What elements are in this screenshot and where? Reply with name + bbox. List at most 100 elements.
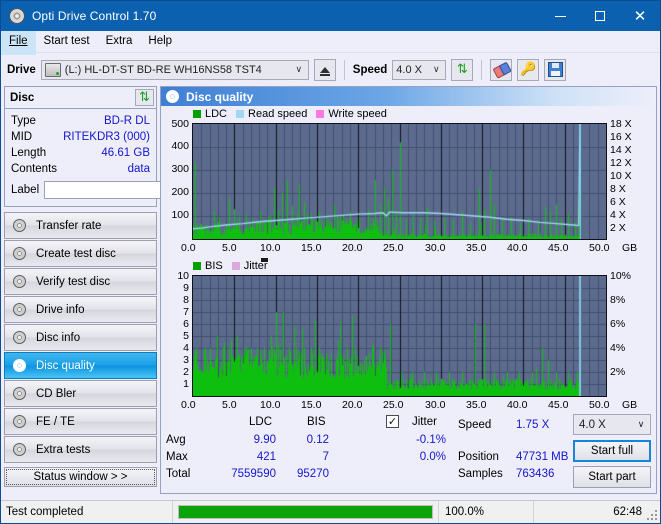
bis-xtick-10: 10.0: [260, 399, 281, 411]
bis-jitter-tick-8: 8%: [610, 294, 626, 306]
optical-drive-icon: [44, 62, 61, 77]
stats-max-bis: 7: [322, 451, 329, 463]
menu-file[interactable]: File: [1, 28, 36, 55]
app-window: Opti Drive Control 1.70 ✕ File Start tes…: [0, 0, 661, 524]
stats-row-max: Max: [166, 451, 188, 463]
legend-label-bis: BIS: [205, 260, 223, 272]
bis-ytick-1: 1: [183, 378, 189, 390]
save-button[interactable]: [544, 58, 567, 81]
bis-ytick-5: 5: [183, 330, 189, 342]
nav-list: Transfer rate Create test disc Verify te…: [4, 212, 157, 463]
bis-xtick-15: 15.0: [301, 399, 322, 411]
status-window-button[interactable]: Status window > >: [4, 467, 157, 487]
disc-icon: [12, 386, 27, 401]
drive-select[interactable]: (L:) HL-DT-ST BD-RE WH16NS58 TST4 ∨: [40, 59, 309, 80]
menu-help[interactable]: Help: [140, 29, 180, 55]
menu-extra-label: Extra: [105, 35, 133, 47]
sidebar-item-disc-info[interactable]: Disc info: [4, 324, 157, 351]
disc-label-row: Label: [11, 179, 247, 201]
minimize-button[interactable]: [540, 1, 580, 31]
bis-ytick-8: 8: [183, 294, 189, 306]
sidebar-item-transfer-rate[interactable]: Transfer rate: [4, 212, 157, 239]
start-part-button[interactable]: Start part: [573, 466, 651, 488]
toolbar-divider-2: [481, 59, 483, 80]
key-icon: 🔑: [520, 62, 537, 77]
sidebar-item-disc-quality[interactable]: Disc quality: [4, 352, 157, 379]
refresh-button[interactable]: ⇅: [451, 58, 474, 81]
erase-button[interactable]: [490, 58, 513, 81]
sidebar-item-create-test-disc[interactable]: Create test disc: [4, 240, 157, 267]
speed-select[interactable]: 4.0 X ∨: [392, 59, 447, 80]
jitter-label: Jitter: [412, 416, 437, 428]
chevron-down-icon: ∨: [637, 419, 645, 430]
ldc-chart-legend: LDC Read speed Write speed: [193, 108, 392, 120]
ldc-xtick-25: 25.0: [383, 242, 404, 254]
drive-select-value: (L:) HL-DT-ST BD-RE WH16NS58 TST4: [64, 63, 262, 76]
speed-label: Speed: [352, 63, 388, 76]
bis-ytick-9: 9: [183, 282, 189, 294]
ldc-speed-tick-14x: 14 X: [610, 144, 632, 156]
sidebar-item-cd-bler[interactable]: CD Bler: [4, 380, 157, 407]
sidebar-item-fe-te[interactable]: FE / TE: [4, 408, 157, 435]
window-title: Opti Drive Control 1.70: [32, 9, 157, 23]
result-speed-select[interactable]: 4.0 X ∨: [573, 414, 651, 435]
bis-jitter-tick-4: 4%: [610, 342, 626, 354]
bis-ytick-4: 4: [183, 342, 189, 354]
disc-contents-value: data: [127, 163, 150, 175]
sidebar-item-drive-info[interactable]: Drive info: [4, 296, 157, 323]
ldc-xtick-35: 35.0: [466, 242, 487, 254]
ldc-speed-tick-4x: 4 X: [610, 209, 626, 221]
disc-label-caption: Label: [11, 184, 40, 196]
stats-max-ldc: 421: [256, 451, 276, 463]
ldc-speed-tick-6x: 6 X: [610, 196, 626, 208]
panel-header: Disc quality: [161, 87, 656, 106]
status-bar: Test completed 100.0% 62:48: [1, 500, 660, 523]
eject-button[interactable]: [313, 58, 336, 81]
sidebar: Disc ⇅ Type BD-R DL MID RITEKDR3 (000) L…: [1, 86, 247, 494]
legend-label-ldc: LDC: [205, 108, 228, 120]
disc-length-label: Length: [11, 147, 47, 159]
result-speed-value: 4.0 X: [579, 418, 606, 431]
ldc-speed-tick-2x: 2 X: [610, 222, 626, 234]
start-full-button[interactable]: Start full: [573, 440, 651, 462]
ldc-xtick-10: 10.0: [260, 242, 281, 254]
stats-col-bis: BIS: [307, 416, 326, 428]
legend-label-read-speed: Read speed: [248, 108, 308, 120]
disc-row-type: Type BD-R DL: [11, 113, 150, 129]
menu-file-label: File: [9, 35, 28, 47]
bis-xtick-45: 45.0: [548, 399, 569, 411]
sidebar-item-extra-tests[interactable]: Extra tests: [4, 436, 157, 463]
resize-grip-icon[interactable]: [647, 510, 657, 520]
disc-quality-icon: [166, 90, 179, 103]
legend-swatch-bis: [193, 262, 201, 270]
close-button[interactable]: ✕: [620, 1, 660, 31]
ldc-ytick-200: 200: [171, 186, 189, 198]
stats-col-ldc: LDC: [249, 416, 273, 428]
sidebar-item-label: Create test disc: [36, 247, 116, 260]
legend-swatch-jitter: [231, 262, 240, 270]
menu-extra[interactable]: Extra: [98, 29, 141, 55]
bis-xtick-30: 30.0: [425, 399, 446, 411]
jitter-marker-icon: [261, 258, 268, 262]
legend-swatch-read-speed: [236, 110, 245, 118]
maximize-button[interactable]: [580, 1, 620, 31]
sidebar-item-label: Transfer rate: [36, 219, 102, 232]
sidebar-item-label: Disc info: [36, 331, 81, 344]
ldc-xtick-0: 0.0: [181, 242, 196, 254]
key-button[interactable]: 🔑: [517, 58, 540, 81]
disc-row-mid: MID RITEKDR3 (000): [11, 129, 150, 145]
disc-quality-panel: Disc quality LDC Read speed Write speed: [160, 86, 657, 494]
menu-start-test[interactable]: Start test: [36, 29, 98, 55]
stats-row-avg: Avg: [166, 434, 186, 446]
status-message: Test completed: [1, 501, 173, 523]
disc-info-box: Disc ⇅ Type BD-R DL MID RITEKDR3 (000) L…: [4, 86, 247, 207]
ldc-xtick-15: 15.0: [301, 242, 322, 254]
stats-max-jitter: 0.0%: [419, 451, 446, 463]
ldc-ytick-300: 300: [171, 163, 189, 175]
ldc-chart: LDC Read speed Write speed 500 400 300 2…: [161, 106, 655, 256]
disc-refresh-button[interactable]: ⇅: [135, 89, 154, 106]
sidebar-item-verify-test-disc[interactable]: Verify test disc: [4, 268, 157, 295]
ldc-xtick-30: 30.0: [425, 242, 446, 254]
ldc-xtick-45: 45.0: [548, 242, 569, 254]
jitter-checkbox[interactable]: ✓: [386, 415, 399, 428]
